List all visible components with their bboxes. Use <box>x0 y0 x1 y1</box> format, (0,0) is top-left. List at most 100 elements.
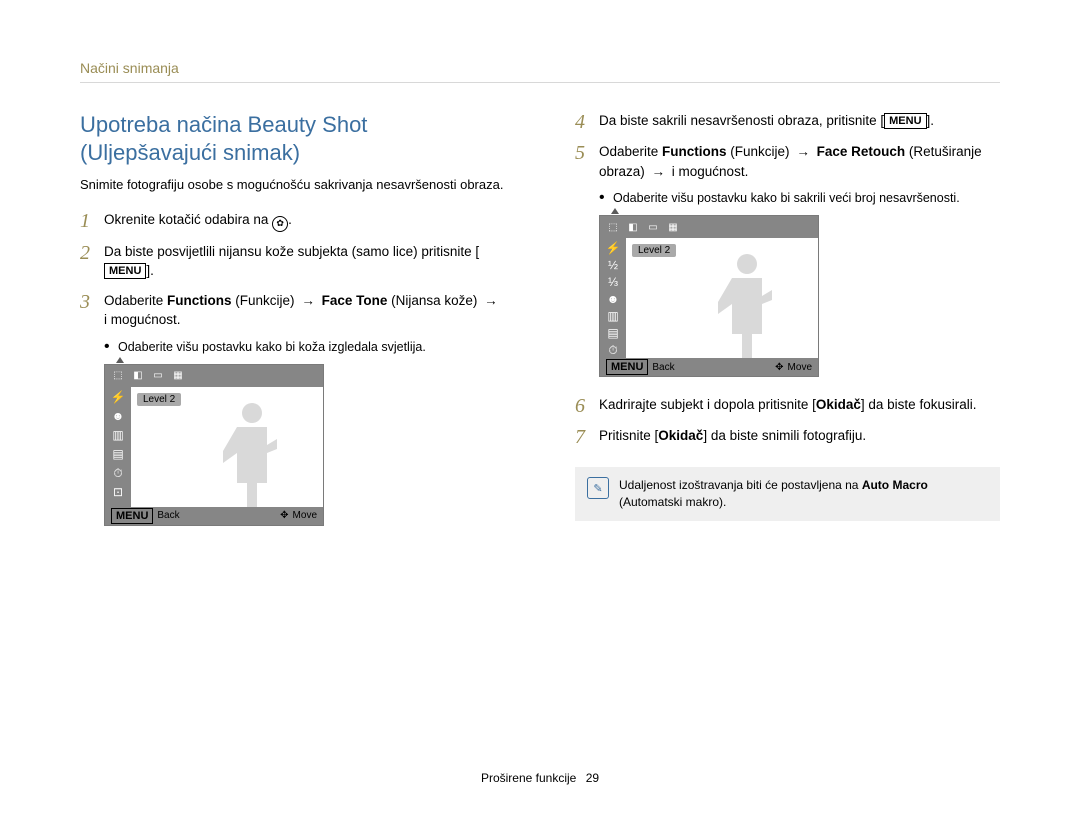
text: i mogućnost. <box>668 164 748 179</box>
text: Odaberite <box>599 144 662 159</box>
step-body: Okrenite kotačić odabira na ✿. <box>104 210 505 232</box>
step-number: 5 <box>575 142 599 163</box>
page-footer: Proširene funkcije 29 <box>0 771 1080 785</box>
mode-icon: ⬚ <box>606 220 620 234</box>
text: Okrenite kotačić odabira na <box>104 212 272 227</box>
beauty-mode-dial-icon: ✿ <box>272 216 288 232</box>
level-indicator: Level 2 <box>632 244 676 257</box>
step-4: 4 Da biste sakrili nesavršenosti obraza,… <box>575 111 1000 132</box>
arrow-right-icon: → <box>481 291 501 311</box>
iso-icon: ▥ <box>603 309 623 324</box>
step-2: 2 Da biste posvijetlili nijansu kože sub… <box>80 242 505 281</box>
quality-icon: ▦ <box>171 369 185 383</box>
page-title: Upotreba načina Beauty Shot (Uljepšavaju… <box>80 111 505 166</box>
text: Odaberite <box>104 293 167 308</box>
menu-button-label: MENU <box>884 113 926 129</box>
text: i mogućnost. <box>104 312 181 327</box>
step-number: 2 <box>80 242 104 263</box>
lcd-frame: ⬚ ◧ ▭ ▦ ⚡ ☻ ▥ ▤ ⏱ ⊡ <box>104 364 324 526</box>
text: (Funkcije) <box>232 293 299 308</box>
aspect-icon: ▭ <box>151 369 165 383</box>
step-body: Da biste sakrili nesavršenosti obraza, p… <box>599 111 1000 131</box>
lead-text: Snimite fotografiju osobe s mogućnošću s… <box>80 176 505 194</box>
person-silhouette-icon <box>217 399 287 507</box>
lcd-body: ⚡ ½ ⅓ ☻ ▥ ▤ ⏱ Level 2 <box>600 238 818 358</box>
face-icon: ☻ <box>603 292 623 307</box>
lcd-canvas: Level 2 <box>131 387 323 507</box>
step-1: 1 Okrenite kotačić odabira na ✿. <box>80 210 505 232</box>
menu-back-icon: MENU <box>606 359 648 375</box>
move-nav-icon: ✥ <box>280 510 288 521</box>
text: ] da biste snimili fotografiju. <box>703 428 866 443</box>
step-6: 6 Kadrirajte subjekt i dopola pritisnite… <box>575 395 1000 416</box>
text: Da biste posvijetlili nijansu kože subje… <box>104 244 479 259</box>
text: Da biste sakrili nesavršenosti obraza, p… <box>599 113 884 128</box>
quality-icon: ▦ <box>666 220 680 234</box>
lcd-top-bar: ⬚ ◧ ▭ ▦ <box>600 216 818 238</box>
step-number: 4 <box>575 111 599 132</box>
lcd-canvas: Level 2 <box>626 238 818 358</box>
arrow-right-icon: → <box>649 162 669 182</box>
lcd-top-bar: ⬚ ◧ ▭ ▦ <box>105 365 323 387</box>
iso-icon: ▥ <box>108 427 128 444</box>
text-bold: Okidač <box>658 428 703 443</box>
text: ] da biste fokusirali. <box>861 397 977 412</box>
lcd-footer: MENU Back ✥ Move <box>600 358 818 376</box>
lcd-footer: MENU Back ✥ Move <box>105 507 323 525</box>
move-label: Move <box>293 510 317 521</box>
text-bold: Okidač <box>816 397 861 412</box>
step-body: Odaberite Functions (Funkcije) → Face To… <box>104 291 505 330</box>
breadcrumb: Načini snimanja <box>80 60 1000 83</box>
scene-icon: ◧ <box>131 369 145 383</box>
drive-icon: ⊡ <box>108 484 128 501</box>
mode-icon: ⬚ <box>111 369 125 383</box>
note-info-icon: ✎ <box>587 477 609 499</box>
level-indicator: Level 2 <box>137 393 181 406</box>
step-3-sub-bullet: • Odaberite višu postavku kako bi koža i… <box>104 340 505 354</box>
step-body: Kadrirajte subjekt i dopola pritisnite [… <box>599 395 1000 415</box>
back-label: Back <box>652 362 674 373</box>
bullet-icon: • <box>599 191 613 205</box>
step-number: 7 <box>575 426 599 447</box>
flash-level-icon: ⅓ <box>603 274 623 289</box>
flash-icon: ⚡ <box>603 240 623 255</box>
step-5: 5 Odaberite Functions (Funkcije) → Face … <box>575 142 1000 181</box>
flash-level-icon: ½ <box>603 257 623 272</box>
text: Udaljenost izoštravanja biti će postavlj… <box>619 478 862 492</box>
text-bold: Functions <box>167 293 232 308</box>
note-box: ✎ Udaljenost izoštravanja biti će postav… <box>575 467 1000 521</box>
camera-lcd-preview: ⬚ ◧ ▭ ▦ ⚡ ½ ⅓ ☻ ▥ ▤ ⏱ <box>599 215 819 377</box>
lcd-side-bar: ⚡ ½ ⅓ ☻ ▥ ▤ ⏱ <box>600 238 626 358</box>
flash-icon: ⚡ <box>108 389 128 406</box>
footer-section: Proširene funkcije <box>481 771 576 785</box>
text: ]. <box>927 113 935 128</box>
step-body: Pritisnite [Okidač] da biste snimili fot… <box>599 426 1000 446</box>
lcd-body: ⚡ ☻ ▥ ▤ ⏱ ⊡ Level 2 <box>105 387 323 507</box>
text: Odaberite višu postavku kako bi sakrili … <box>613 191 960 205</box>
text: Kadrirajte subjekt i dopola pritisnite [ <box>599 397 816 412</box>
step-number: 6 <box>575 395 599 416</box>
timer-icon: ⏱ <box>603 343 623 358</box>
text: ]. <box>146 263 154 278</box>
text-bold: Functions <box>662 144 727 159</box>
scene-icon: ◧ <box>626 220 640 234</box>
page-number: 29 <box>586 771 599 785</box>
move-label: Move <box>788 362 812 373</box>
left-column: Upotreba načina Beauty Shot (Uljepšavaju… <box>80 111 505 526</box>
step-body: Da biste posvijetlili nijansu kože subje… <box>104 242 505 281</box>
text-bold: Auto Macro <box>862 478 928 492</box>
text: Pritisnite [ <box>599 428 658 443</box>
step-number: 1 <box>80 210 104 231</box>
camera-lcd-preview: ⬚ ◧ ▭ ▦ ⚡ ☻ ▥ ▤ ⏱ ⊡ <box>104 364 324 526</box>
move-nav-icon: ✥ <box>775 362 783 373</box>
text: Odaberite višu postavku kako bi koža izg… <box>118 340 426 354</box>
chevron-up-icon <box>116 357 124 363</box>
face-icon: ☻ <box>108 408 128 425</box>
bullet-icon: • <box>104 340 118 354</box>
step-3: 3 Odaberite Functions (Funkcije) → Face … <box>80 291 505 330</box>
wb-icon: ▤ <box>108 446 128 463</box>
chevron-up-icon <box>611 208 619 214</box>
content-columns: Upotreba načina Beauty Shot (Uljepšavaju… <box>80 111 1000 526</box>
text-bold: Face Retouch <box>817 144 906 159</box>
wb-icon: ▤ <box>603 326 623 341</box>
